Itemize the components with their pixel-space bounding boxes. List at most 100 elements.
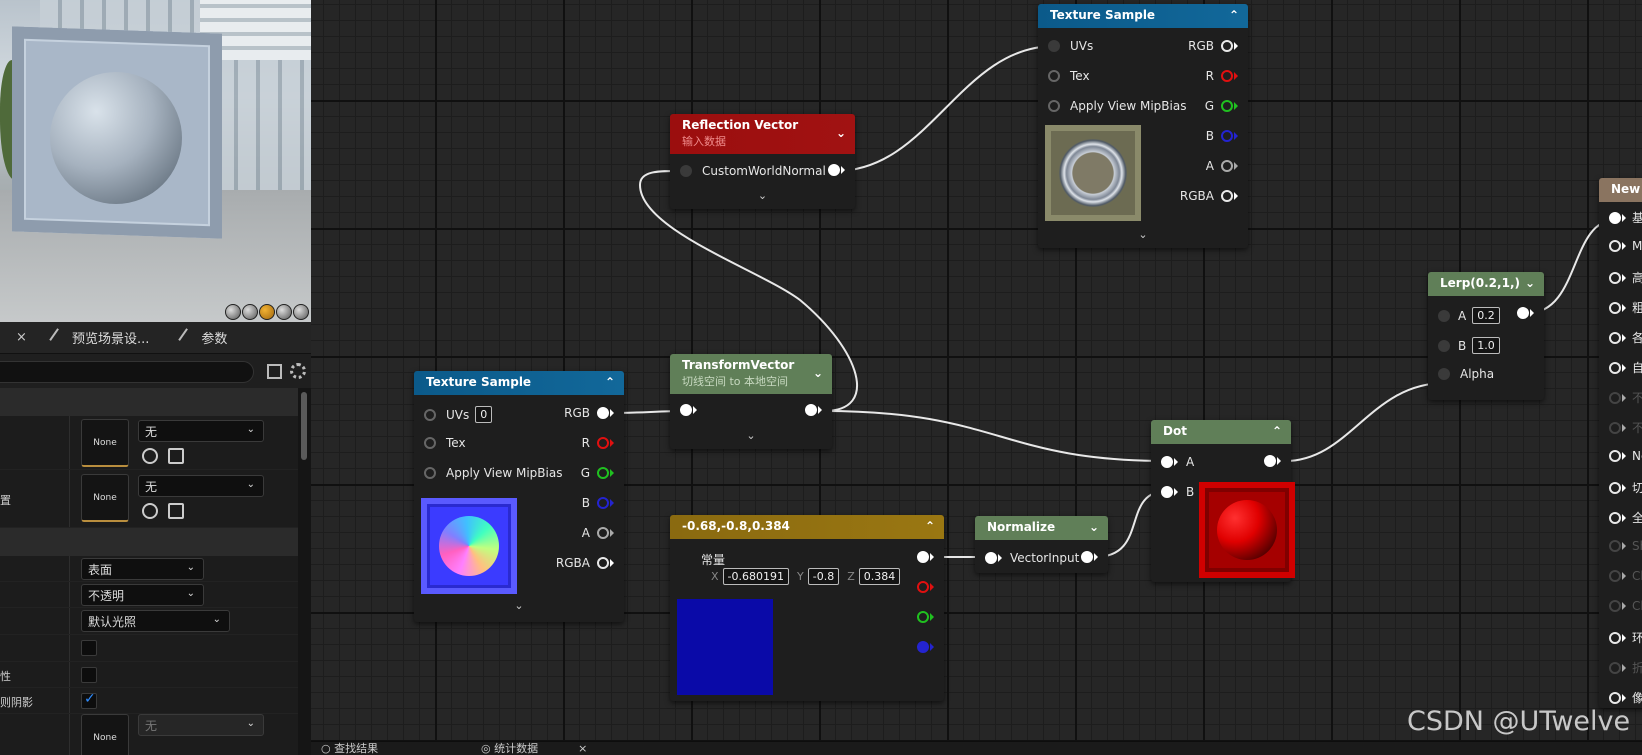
node-lerp[interactable]: Lerp(0.2,1,) ⌄ A 0.2 B 1.0 Alpha <box>1428 272 1544 400</box>
close-tab-icon[interactable]: × <box>578 742 587 755</box>
pin-dot[interactable] <box>1221 70 1233 82</box>
pin-dot[interactable] <box>1609 631 1621 644</box>
pin-dot[interactable] <box>1609 540 1621 552</box>
node-header[interactable]: Texture Sample ⌃ <box>414 371 624 395</box>
pin-g[interactable]: G <box>581 466 614 480</box>
texture-slot-thumbnail[interactable]: None <box>81 714 129 755</box>
pin-output[interactable] <box>805 404 822 416</box>
result-input-pin[interactable]: 全 <box>1609 509 1642 526</box>
pin-dot[interactable] <box>597 527 609 539</box>
pin-dot[interactable] <box>1221 160 1233 172</box>
b-value-input[interactable]: 1.0 <box>1472 337 1500 354</box>
tab-parameters[interactable]: 参数 <box>178 327 227 348</box>
pin-dot[interactable] <box>1221 190 1233 202</box>
collapse-chevron-down-icon[interactable]: ⌄ <box>1089 520 1099 534</box>
category-header[interactable] <box>0 528 298 556</box>
pin-dot[interactable] <box>1609 450 1621 462</box>
node-header[interactable]: Lerp(0.2,1,) ⌄ <box>1428 272 1544 296</box>
pin-output[interactable] <box>1264 455 1281 467</box>
property-checkbox[interactable] <box>81 667 97 683</box>
pin-dot[interactable] <box>1609 691 1621 704</box>
pin-dot[interactable] <box>1438 309 1450 322</box>
pin-dot[interactable] <box>917 641 929 653</box>
pin-dot[interactable] <box>1609 361 1621 374</box>
preview-viewport[interactable] <box>0 0 311 322</box>
tab-find-results[interactable]: ○ 查找结果 <box>321 740 378 755</box>
collapse-chevron-up-icon[interactable]: ⌃ <box>1229 8 1239 22</box>
pin-custom-world-normal[interactable]: CustomWorldNormal <box>680 164 826 178</box>
collapse-chevron-up-icon[interactable]: ⌃ <box>1272 424 1282 438</box>
gear-icon[interactable] <box>290 363 306 379</box>
y-value-input[interactable]: -0.8 <box>807 568 840 585</box>
pin-dot[interactable] <box>1438 368 1450 380</box>
texture-slot-thumbnail[interactable]: None <box>81 474 129 522</box>
pin-r[interactable]: R <box>582 436 614 450</box>
result-input-pin[interactable]: Cl <box>1609 599 1642 613</box>
node-header[interactable]: Texture Sample ⌃ <box>1038 4 1248 28</box>
result-input-pin[interactable]: M <box>1609 239 1642 253</box>
pin-dot[interactable] <box>680 404 692 416</box>
pin-dot[interactable] <box>597 467 609 479</box>
pin-dot[interactable] <box>1221 40 1233 52</box>
pin-b[interactable]: B <box>1206 129 1238 143</box>
pin-rgba[interactable]: RGBA <box>556 556 614 570</box>
pin-rgba[interactable]: RGBA <box>1180 189 1238 203</box>
pin-r[interactable]: R <box>1206 69 1238 83</box>
pin-a[interactable]: A 0.2 <box>1438 307 1500 324</box>
material-domain-combo[interactable]: 表面 ⌄ <box>81 558 204 580</box>
result-input-pin[interactable]: 环 <box>1609 629 1642 646</box>
pin-dot[interactable] <box>1264 455 1276 467</box>
pin-output[interactable] <box>1081 551 1098 563</box>
pin-dot[interactable] <box>1221 130 1233 142</box>
x-value-input[interactable]: -0.680191 <box>722 568 790 585</box>
details-scrollbar[interactable] <box>298 388 311 755</box>
node-texture-sample-top[interactable]: Texture Sample ⌃ UVs Tex Apply View MipB… <box>1038 4 1248 248</box>
pin-dot[interactable] <box>1609 331 1621 344</box>
collapse-chevron-up-icon[interactable]: ⌃ <box>605 375 615 389</box>
a-value-input[interactable]: 0.2 <box>1472 307 1500 324</box>
close-tab-icon[interactable]: × <box>16 330 42 345</box>
pin-dot[interactable] <box>1609 481 1621 494</box>
pin-dot[interactable] <box>1048 100 1060 112</box>
pin-output[interactable] <box>828 164 845 176</box>
node-constant3vector[interactable]: -0.68,-0.8,0.384 ⌃ 常量 X -0.680191 Y -0.8… <box>670 515 944 701</box>
pin-dot[interactable] <box>597 557 609 569</box>
collapse-chevron-down-icon[interactable]: ⌄ <box>1525 276 1535 290</box>
blend-mode-combo[interactable]: 不透明 ⌄ <box>81 584 204 606</box>
pin-tex[interactable]: Tex <box>1048 69 1090 83</box>
pin-b[interactable] <box>917 641 934 653</box>
pin-dot[interactable] <box>1081 551 1093 563</box>
pin-a[interactable]: A <box>1206 159 1238 173</box>
node-material-result[interactable]: New 基M高粗各自不不Ne切全ShClCl环折像 <box>1599 178 1642 708</box>
pin-dot[interactable] <box>1221 100 1233 112</box>
pin-a[interactable]: A <box>582 526 614 540</box>
pin-alpha[interactable]: Alpha <box>1438 367 1494 381</box>
property-checkbox[interactable] <box>81 640 97 656</box>
pin-r[interactable] <box>917 581 934 593</box>
pin-b[interactable]: B <box>582 496 614 510</box>
pin-rgb[interactable]: RGB <box>1188 39 1238 53</box>
pin-apply-view-mipbias[interactable]: Apply View MipBias <box>1048 99 1186 113</box>
pin-dot[interactable] <box>828 164 840 176</box>
pin-output[interactable] <box>917 551 934 563</box>
scrollbar-thumb[interactable] <box>301 392 307 460</box>
expand-chevron-down-icon[interactable]: ⌄ <box>670 429 832 442</box>
node-header[interactable]: -0.68,-0.8,0.384 ⌃ <box>670 515 944 539</box>
pin-dot[interactable] <box>1609 421 1621 434</box>
reset-arrow-icon[interactable] <box>142 448 158 464</box>
result-input-pin[interactable]: 折 <box>1609 659 1642 676</box>
node-normalize[interactable]: Normalize ⌄ VectorInput <box>975 516 1108 573</box>
result-input-pin[interactable]: 各 <box>1609 329 1642 346</box>
teapot-shape-icon[interactable] <box>293 304 309 320</box>
pin-dot[interactable] <box>805 404 817 416</box>
pin-dot[interactable] <box>1609 511 1621 524</box>
browse-asset-icon[interactable] <box>168 503 184 519</box>
collapse-chevron-up-icon[interactable]: ⌃ <box>925 519 935 533</box>
pin-g[interactable] <box>917 611 934 623</box>
shading-model-combo[interactable]: 默认光照 ⌄ <box>81 610 230 632</box>
node-reflection-vector[interactable]: Reflection Vector 输入数据 ⌄ CustomWorldNorm… <box>670 114 855 209</box>
pin-rgb[interactable]: RGB <box>564 406 614 420</box>
result-input-pin[interactable]: 像 <box>1609 689 1642 706</box>
texture-asset-combo[interactable]: 无 ⌄ <box>138 475 264 497</box>
pin-dot[interactable] <box>1517 307 1529 319</box>
